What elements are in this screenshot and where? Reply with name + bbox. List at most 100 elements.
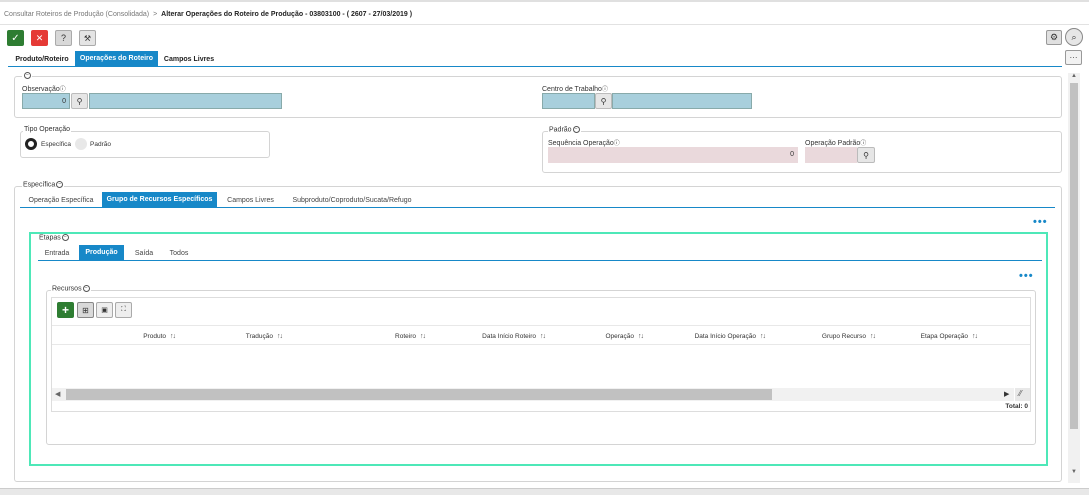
operacao-padrao-lookup-button[interactable]: ⚲ — [857, 147, 875, 163]
bottom-status-bar — [0, 488, 1089, 495]
resize-icon: ⁄⁄ — [1019, 389, 1022, 398]
sort-icon[interactable]: ↑↓ — [170, 333, 176, 340]
operacao-padrao-label: Operação Padrãoⓘ — [805, 140, 867, 147]
breadcrumb: Consultar Roteiros de Produção (Consolid… — [4, 11, 412, 18]
collapse-icon: − — [24, 72, 31, 79]
more-options-button[interactable]: ··· — [1065, 50, 1082, 65]
tools-button[interactable]: ⚒ — [79, 30, 96, 46]
column-header-roteiro[interactable]: Roteiro ↑↓ — [355, 333, 426, 340]
gear-icon: ⚙ — [1049, 32, 1059, 42]
observacao-lookup-button[interactable]: ⚲ — [71, 93, 88, 109]
help-icon: ? — [60, 33, 66, 43]
centro-trabalho-label: Centro de Trabalhoⓘ — [542, 86, 608, 93]
grid-header-top-line — [52, 325, 1030, 326]
centro-trabalho-lookup-button[interactable]: ⚲ — [595, 93, 612, 109]
tab-grupo-recursos[interactable]: Grupo de Recursos Específicos — [102, 192, 217, 207]
tab-campos-livres[interactable]: Campos Livres — [160, 52, 218, 66]
etapas-legend: Etapas − — [38, 234, 70, 242]
scroll-left-icon[interactable]: ◀ — [55, 390, 60, 398]
sequencia-operacao-label: Sequência Operaçãoⓘ — [548, 140, 620, 147]
etapas-more-icon[interactable]: ••• — [1019, 270, 1034, 282]
help-button[interactable]: ? — [55, 30, 72, 46]
table-icon: ⊞ — [82, 305, 89, 315]
radio-padrao-label: Padrão — [90, 141, 111, 148]
scroll-right-icon[interactable]: ▶ — [1004, 390, 1009, 398]
operacao-padrao-input[interactable] — [805, 147, 857, 163]
observacao-description-input[interactable] — [89, 93, 282, 109]
radio-especifica-label: Específica — [41, 141, 71, 148]
plus-icon: + — [61, 303, 69, 317]
scroll-down-icon[interactable]: ▼ — [1070, 469, 1078, 475]
column-header-data-inicio-operacao[interactable]: Data Início Operação ↑↓ — [670, 333, 766, 340]
confirm-button[interactable]: ✓ — [7, 30, 24, 46]
settings-button[interactable]: ⚙ — [1046, 30, 1062, 45]
radio-especifica[interactable] — [25, 138, 37, 150]
sort-icon[interactable]: ↑↓ — [638, 333, 644, 340]
cancel-button[interactable]: ✕ — [31, 30, 48, 46]
collapse-icon[interactable]: − — [82, 285, 90, 292]
especifica-more-icon[interactable]: ••• — [1033, 216, 1048, 228]
tab-subproduto[interactable]: Subproduto/Coproduto/Sucata/Refugo — [286, 193, 418, 207]
grid-resize-handle[interactable]: ⁄⁄ — [1015, 388, 1030, 401]
breadcrumb-parent[interactable]: Consultar Roteiros de Produção (Consolid… — [4, 11, 149, 18]
breadcrumb-current: Alterar Operações do Roteiro de Produção… — [161, 11, 413, 18]
radio-padrao[interactable] — [75, 138, 87, 150]
general-collapse-toggle[interactable]: − — [22, 72, 32, 80]
tab-produto-roteiro[interactable]: Produto/Roteiro — [10, 52, 74, 66]
tab-saida[interactable]: Saída — [130, 246, 158, 260]
grid-layout-button[interactable]: ⊞ — [77, 302, 94, 318]
scroll-up-icon[interactable]: ▲ — [1070, 73, 1078, 79]
centro-trabalho-description-input[interactable] — [612, 93, 752, 109]
column-header-grupo-recurso[interactable]: Grupo Recurso ↑↓ — [790, 333, 876, 340]
search-icon: ⌕ — [1071, 31, 1077, 42]
expand-button[interactable]: ⛶ — [115, 302, 132, 318]
grid-header-bottom-line — [52, 344, 1030, 345]
sort-icon[interactable]: ↑↓ — [540, 333, 546, 340]
window-top-border — [0, 0, 1089, 2]
collapse-icon[interactable]: − — [572, 126, 580, 133]
main-tabs-underline — [8, 66, 1062, 67]
sequencia-operacao-input[interactable]: 0 — [548, 147, 798, 163]
fullscreen-icon: ⛶ — [121, 306, 126, 313]
scrollbar-thumb[interactable] — [1070, 83, 1078, 429]
collapse-icon[interactable]: − — [56, 181, 64, 188]
observacao-label: Observaçãoⓘ — [22, 86, 66, 93]
column-header-etapa-operacao[interactable]: Etapa Operação ↑↓ — [900, 333, 978, 340]
breadcrumb-separator: > — [153, 11, 158, 18]
tab-operacao-especifica[interactable]: Operação Específica — [24, 193, 98, 207]
search-icon: ⚲ — [863, 150, 869, 160]
tab-producao[interactable]: Produção — [79, 245, 124, 260]
search-icon: ⚲ — [600, 96, 607, 106]
centro-trabalho-code-input[interactable] — [542, 93, 595, 109]
add-recurso-button[interactable]: + — [57, 302, 74, 318]
search-button[interactable]: ⌕ — [1065, 28, 1083, 46]
sort-icon[interactable]: ↑↓ — [972, 333, 978, 340]
horizontal-scrollbar-thumb[interactable] — [66, 389, 772, 400]
export-button[interactable]: ▣ — [96, 302, 113, 318]
page-scrollbar[interactable]: ▲ ▼ — [1068, 73, 1080, 483]
tab-campos-livres-especifica[interactable]: Campos Livres — [222, 193, 279, 207]
collapse-icon[interactable]: − — [61, 234, 69, 241]
sort-icon[interactable]: ↑↓ — [760, 333, 766, 340]
check-icon: ✓ — [11, 32, 20, 44]
wrench-icon: ⚒ — [83, 33, 92, 43]
column-header-data-inicio-roteiro[interactable]: Data Início Roteiro ↑↓ — [460, 333, 546, 340]
column-header-operacao[interactable]: Operação ↑↓ — [570, 333, 644, 340]
especifica-legend: Específica − — [22, 181, 65, 189]
especifica-tabs-underline — [20, 207, 1055, 208]
column-header-produto[interactable]: Produto ↑↓ — [110, 333, 176, 340]
tipo-operacao-legend: Tipo Operação — [23, 126, 72, 133]
column-header-traducao[interactable]: Tradução ↑↓ — [210, 333, 283, 340]
ellipsis-icon: ··· — [1069, 53, 1078, 62]
search-icon: ⚲ — [76, 96, 83, 106]
sort-icon[interactable]: ↑↓ — [277, 333, 283, 340]
grid-horizontal-scrollbar[interactable]: ◀ ▶ — [52, 388, 1014, 401]
recursos-total: Total: 0 — [1005, 403, 1028, 410]
sort-icon[interactable]: ↑↓ — [870, 333, 876, 340]
tab-entrada[interactable]: Entrada — [40, 246, 74, 260]
tab-todos[interactable]: Todos — [164, 246, 194, 260]
close-icon: ✕ — [35, 32, 44, 43]
tab-operacoes-roteiro[interactable]: Operações do Roteiro — [75, 51, 158, 66]
observacao-code-input[interactable]: 0 — [22, 93, 70, 109]
sort-icon[interactable]: ↑↓ — [420, 333, 426, 340]
